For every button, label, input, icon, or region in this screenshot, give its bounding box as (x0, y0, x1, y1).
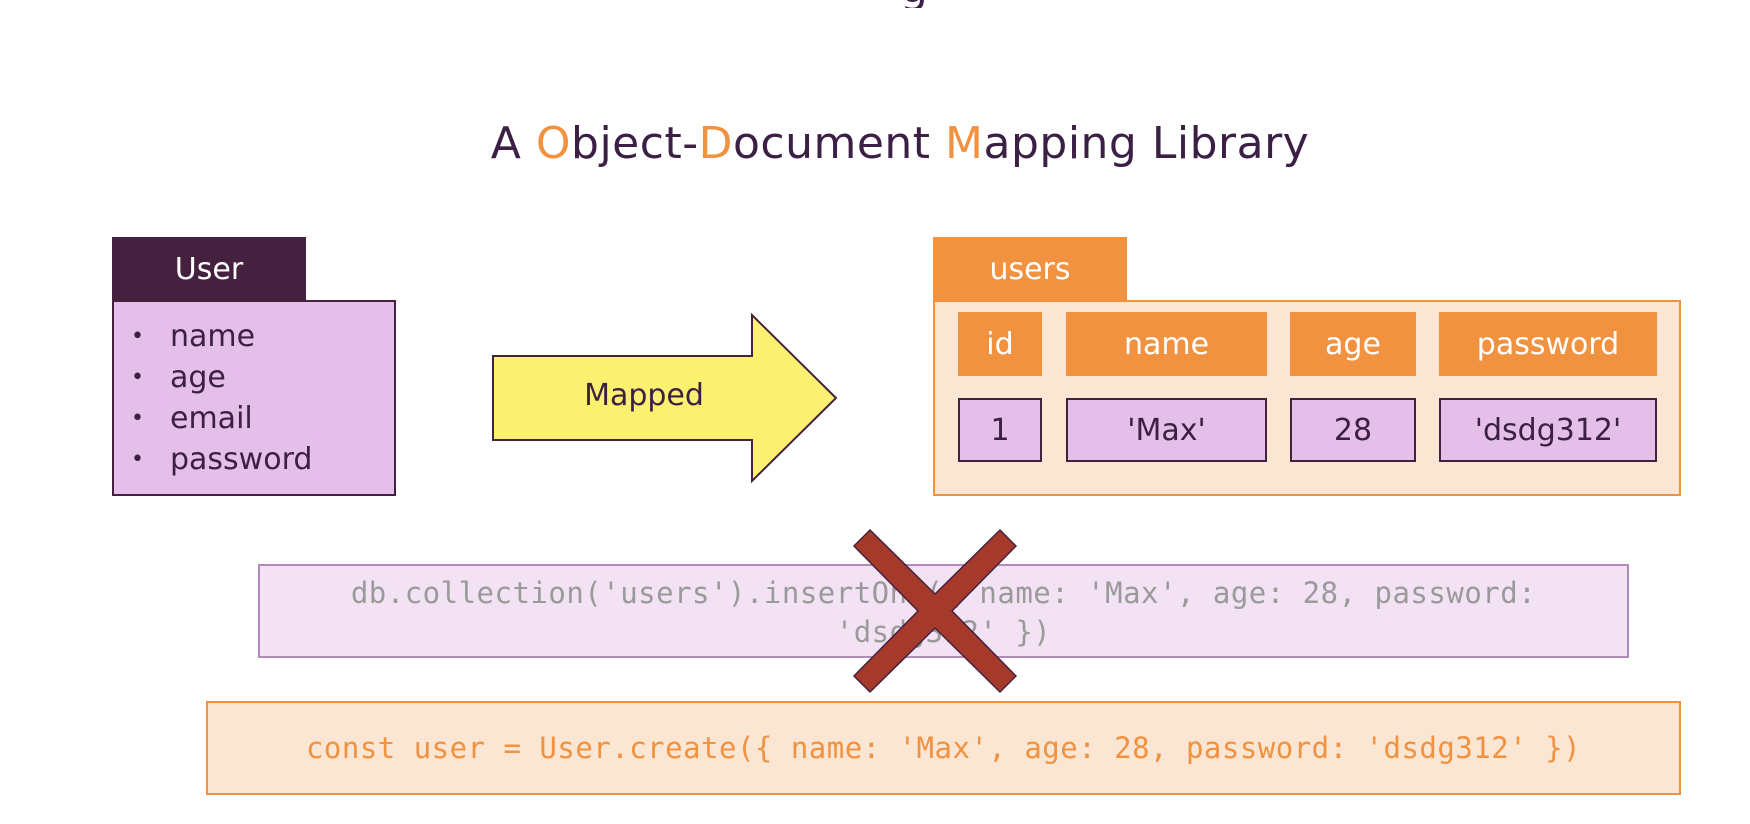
subtitle-part: apping Library (983, 118, 1310, 169)
model-title-tab: User (112, 237, 306, 301)
odm-query-box: const user = User.create({ name: 'Max', … (206, 701, 1681, 795)
arrow-label: Mapped (584, 378, 704, 413)
column-header-name: name (1066, 312, 1267, 376)
subtitle-part-highlight: O (535, 118, 572, 169)
odm-query-text: const user = User.create({ name: 'Max', … (305, 731, 1582, 765)
collection-title-tab: users (933, 237, 1127, 301)
subtitle-part: A (490, 118, 536, 169)
bullet-icon: • (131, 365, 144, 390)
column-header-id: id (958, 312, 1042, 376)
model-field: • name (114, 316, 394, 357)
subtitle: A Object-Document Mapping Library (0, 118, 1750, 169)
model-field-list: • name • age • email • password (114, 302, 394, 480)
subtitle-part: bject- (571, 118, 699, 169)
bullet-icon: • (131, 447, 144, 472)
model-title: User (174, 251, 244, 287)
cell-name: 'Max' (1066, 398, 1267, 462)
model-field-label: age (170, 360, 226, 395)
subtitle-part-highlight: D (698, 118, 733, 169)
cell-age: 28 (1290, 398, 1416, 462)
column-header-password: password (1439, 312, 1657, 376)
subtitle-part: ocument (732, 118, 946, 169)
cell-id: 1 (958, 398, 1042, 462)
bullet-icon: • (131, 324, 144, 349)
model-fields-box: • name • age • email • password (112, 300, 396, 496)
model-field-label: name (170, 319, 256, 354)
model-field: • age (114, 357, 394, 398)
collection-title: users (989, 251, 1071, 287)
cell-password: 'dsdg312' (1439, 398, 1657, 462)
page-title-fragment: g (900, 0, 990, 8)
model-field: • email (114, 398, 394, 439)
model-field-label: email (170, 401, 253, 436)
model-field-label: password (170, 442, 313, 477)
model-field: • password (114, 439, 394, 480)
subtitle-part-highlight: M (945, 118, 984, 169)
bullet-icon: • (131, 406, 144, 431)
column-header-age: age (1290, 312, 1416, 376)
cross-icon (852, 528, 1018, 694)
